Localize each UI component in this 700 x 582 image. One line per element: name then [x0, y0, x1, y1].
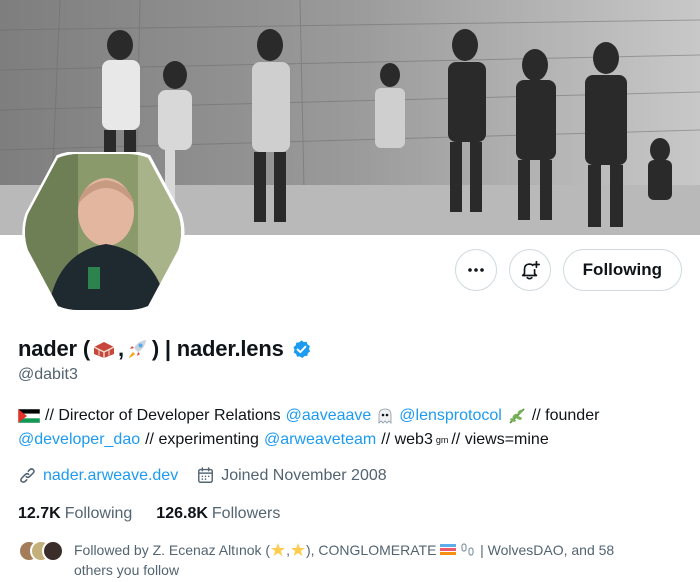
bio-line-2: @developer_dao // experimenting @arweave… [18, 428, 678, 452]
website-link[interactable]: nader.arweave.dev [43, 467, 178, 485]
profile-meta: nader.arweave.dev Joined November 2008 [18, 466, 405, 485]
bio-line-1: // Director of Developer Relations @aave… [18, 404, 678, 428]
mention-lensprotocol-link[interactable]: @lensprotocol [399, 404, 502, 428]
more-icon [467, 268, 484, 272]
profile-actions: Following [454, 249, 682, 291]
display-name-row: nader ( , ) | nader.lens [18, 336, 312, 362]
link-icon [20, 468, 35, 483]
avatar-image [22, 152, 185, 312]
followed-by-text: Followed by Z. Ecenaz Altınok (,), CONGL… [74, 540, 674, 580]
bio-text: // web3 [381, 431, 433, 448]
more-button[interactable] [454, 249, 497, 291]
dizzy-emoji-icon [290, 542, 306, 558]
display-name-suffix: ) | nader.lens [151, 336, 284, 361]
notification-bell-plus-icon [521, 260, 540, 280]
rocket-emoji-icon [128, 340, 146, 358]
calendar-icon [198, 467, 214, 483]
herb-emoji-icon [509, 408, 525, 424]
chains-emoji-icon [460, 542, 476, 556]
verified-badge-icon [293, 339, 310, 358]
followed-by-text-part: Followed by Z. Ecenaz Altınok ( [74, 542, 271, 558]
profile-avatar[interactable] [18, 152, 188, 312]
followed-by-text-part: ), CONGLOMERATE [305, 542, 437, 558]
followers-label: Followers [211, 505, 281, 522]
mention-developer-dao-link[interactable]: @developer_dao [18, 428, 140, 452]
display-name: nader ( [18, 336, 90, 361]
following-count: 12.7K [18, 505, 61, 522]
mention-arweaveteam-link[interactable]: @arweaveteam [264, 428, 376, 452]
display-name-separator: , [117, 336, 124, 361]
followers-count: 126.8K [156, 505, 208, 522]
bio-text: // experimenting [145, 431, 259, 448]
followers-count-link[interactable]: 126.8K Followers [156, 505, 280, 523]
profile-handle: @dabit3 [18, 366, 78, 383]
bio-text: // founder [531, 407, 600, 424]
mention-aaveaave-link[interactable]: @aaveaave [286, 404, 372, 428]
profile-bio: // Director of Developer Relations @aave… [18, 404, 678, 452]
website-item: nader.arweave.dev [18, 466, 178, 485]
books-emoji-icon [440, 542, 457, 556]
bio-superscript: gm [435, 435, 449, 445]
palestine-flag-icon [18, 409, 40, 423]
notify-button[interactable] [508, 249, 551, 291]
dizzy-emoji-icon [270, 542, 286, 558]
followed-by-row[interactable]: Followed by Z. Ecenaz Altınok (,), CONGL… [18, 540, 674, 580]
profile-stats: 12.7K Following 126.8K Followers [18, 505, 304, 523]
followed-by-text-part: | WolvesDAO, and 58 [480, 542, 615, 558]
followed-by-avatars [18, 540, 66, 562]
bricks-emoji-icon [93, 342, 115, 358]
ghost-emoji-icon [378, 408, 392, 424]
bio-text: // views=mine [451, 431, 549, 448]
bio-text: // Director of Developer Relations [45, 407, 281, 424]
follower-avatar [42, 540, 64, 562]
following-count-link[interactable]: 12.7K Following [18, 505, 132, 523]
joined-item: Joined November 2008 [196, 466, 387, 485]
followed-by-text-part: others you follow [74, 562, 180, 578]
following-label: Following [64, 505, 133, 522]
joined-date: Joined November 2008 [221, 466, 387, 484]
following-button[interactable]: Following [562, 249, 682, 291]
